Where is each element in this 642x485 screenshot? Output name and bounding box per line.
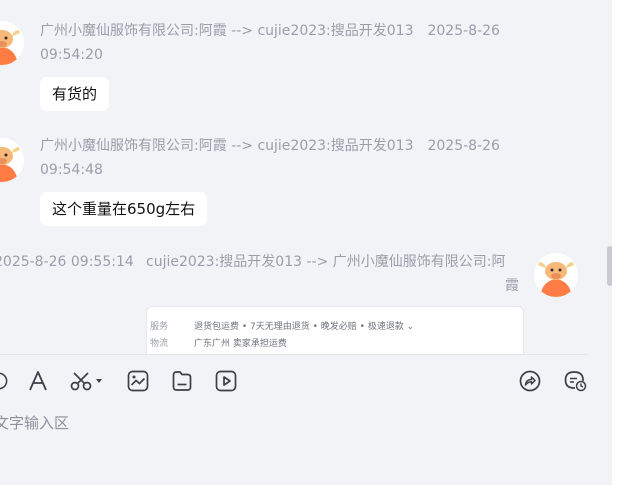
bull-mascot-icon xyxy=(534,253,578,297)
scissors-icon xyxy=(70,372,102,391)
product-card-row: 服务 退货包运费 • 7天无理由退货 • 晚发必赔 • 极速退款 ⌄ xyxy=(150,319,414,332)
video-button[interactable] xyxy=(214,368,238,394)
product-card-row-value: 退货包运费 • 7天无理由退货 • 晚发必赔 • 极速退款 ⌄ xyxy=(194,322,415,332)
message-meta: 广州小魔仙服饰有限公司:阿霞 --> cujie2023:搜品开发013 2025… xyxy=(40,135,500,157)
message-meta: 广州小魔仙服饰有限公司:阿霞 --> cujie2023:搜品开发013 2025… xyxy=(40,20,500,42)
message-sender-wrap: 霞 xyxy=(505,278,519,294)
screenshot-button[interactable] xyxy=(68,368,106,394)
message-date: 2025-8-26 xyxy=(427,138,500,154)
bull-mascot-icon xyxy=(0,138,24,182)
share-button[interactable] xyxy=(518,368,542,394)
message-sender: 广州小魔仙服饰有限公司:阿霞 --> cujie2023:搜品开发013 xyxy=(40,23,414,39)
own-avatar[interactable] xyxy=(534,253,578,297)
product-card-row-label: 物流 xyxy=(150,339,169,349)
emoji-button[interactable] xyxy=(0,368,8,394)
font-button[interactable] xyxy=(26,368,50,394)
message-timestamp: 2025-8-26 09:55:14 xyxy=(0,254,134,270)
product-card-row-label: 服务 xyxy=(150,322,169,332)
file-button[interactable] xyxy=(170,368,194,394)
sender-avatar[interactable] xyxy=(0,138,24,182)
product-card-row: 物流 广东广州 卖家承担运费 xyxy=(150,336,287,349)
video-icon xyxy=(215,370,237,392)
message-bubble[interactable]: 有货的 xyxy=(40,77,110,111)
font-icon xyxy=(29,371,47,391)
message-bubble[interactable]: 这个重量在650g左右 xyxy=(40,192,208,226)
message-date: 2025-8-26 xyxy=(427,23,500,39)
sender-avatar[interactable] xyxy=(0,21,24,65)
message-time: 09:54:20 xyxy=(40,47,103,63)
share-icon xyxy=(519,370,541,392)
right-panel-edge xyxy=(612,0,642,485)
product-card-row-value: 广东广州 卖家承担运费 xyxy=(194,339,287,349)
chat-message-list[interactable]: 广州小魔仙服饰有限公司:阿霞 --> cujie2023:搜品开发013 2025… xyxy=(0,0,612,355)
file-icon xyxy=(172,371,192,391)
bull-mascot-icon xyxy=(0,21,24,65)
history-icon xyxy=(564,371,587,392)
message-time: 09:54:48 xyxy=(40,162,103,178)
composer-divider xyxy=(0,354,588,355)
emoji-icon xyxy=(0,372,8,390)
message-sender: cujie2023:搜品开发013 --> 广州小魔仙服饰有限公司:阿 xyxy=(146,254,506,270)
image-icon xyxy=(127,370,149,392)
message-sender: 广州小魔仙服饰有限公司:阿霞 --> cujie2023:搜品开发013 xyxy=(40,138,414,154)
history-button[interactable] xyxy=(563,368,589,394)
product-card[interactable]: 服务 退货包运费 • 7天无理由退货 • 晚发必赔 • 极速退款 ⌄ 物流 广东广州… xyxy=(146,306,524,355)
image-button[interactable] xyxy=(126,368,150,394)
message-input[interactable]: 文字输入区 xyxy=(0,412,69,433)
